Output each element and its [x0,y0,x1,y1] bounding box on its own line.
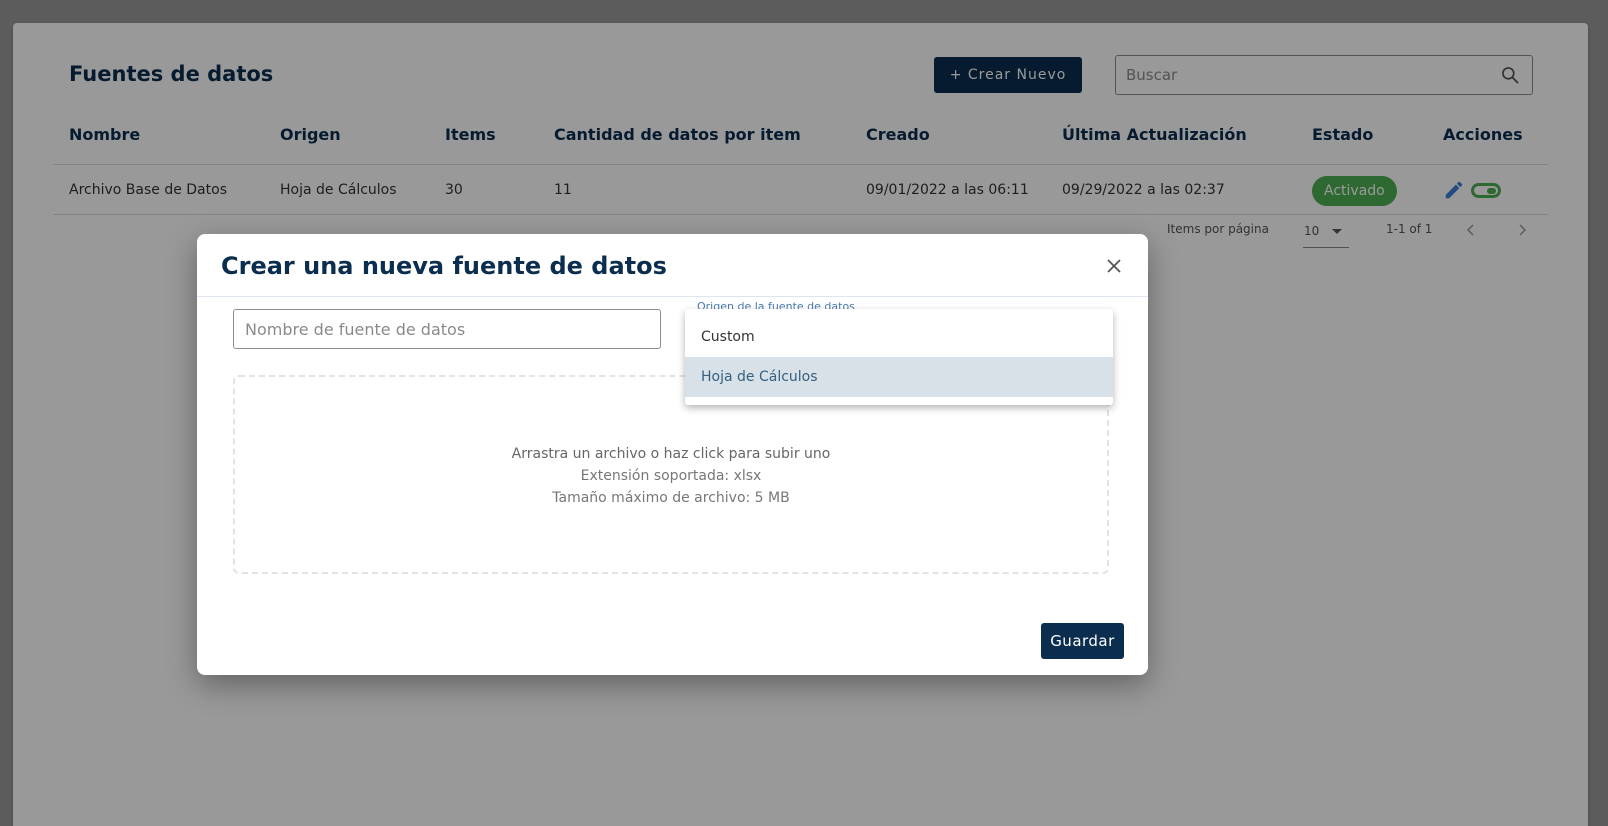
origin-dropdown-menu: Custom Hoja de Cálculos [685,309,1113,405]
create-data-source-modal: Crear una nueva fuente de datos Origen d… [197,234,1148,675]
dropzone-line-upload: Arrastra un archivo o haz click para sub… [511,446,831,462]
dropzone-instructions: Arrastra un archivo o haz click para sub… [235,443,1107,509]
dropzone-line-extension: Extensión soportada: xlsx [580,468,762,484]
modal-divider [197,296,1148,297]
dropdown-option-hoja-de-calculos[interactable]: Hoja de Cálculos [685,357,1113,397]
close-icon[interactable] [1102,254,1126,278]
data-source-name-input[interactable] [233,309,661,349]
save-button[interactable]: Guardar [1041,623,1124,659]
dropdown-option-custom[interactable]: Custom [685,317,1113,357]
dropzone-line-size: Tamaño máximo de archivo: 5 MB [552,490,790,506]
modal-title: Crear una nueva fuente de datos [221,252,667,280]
